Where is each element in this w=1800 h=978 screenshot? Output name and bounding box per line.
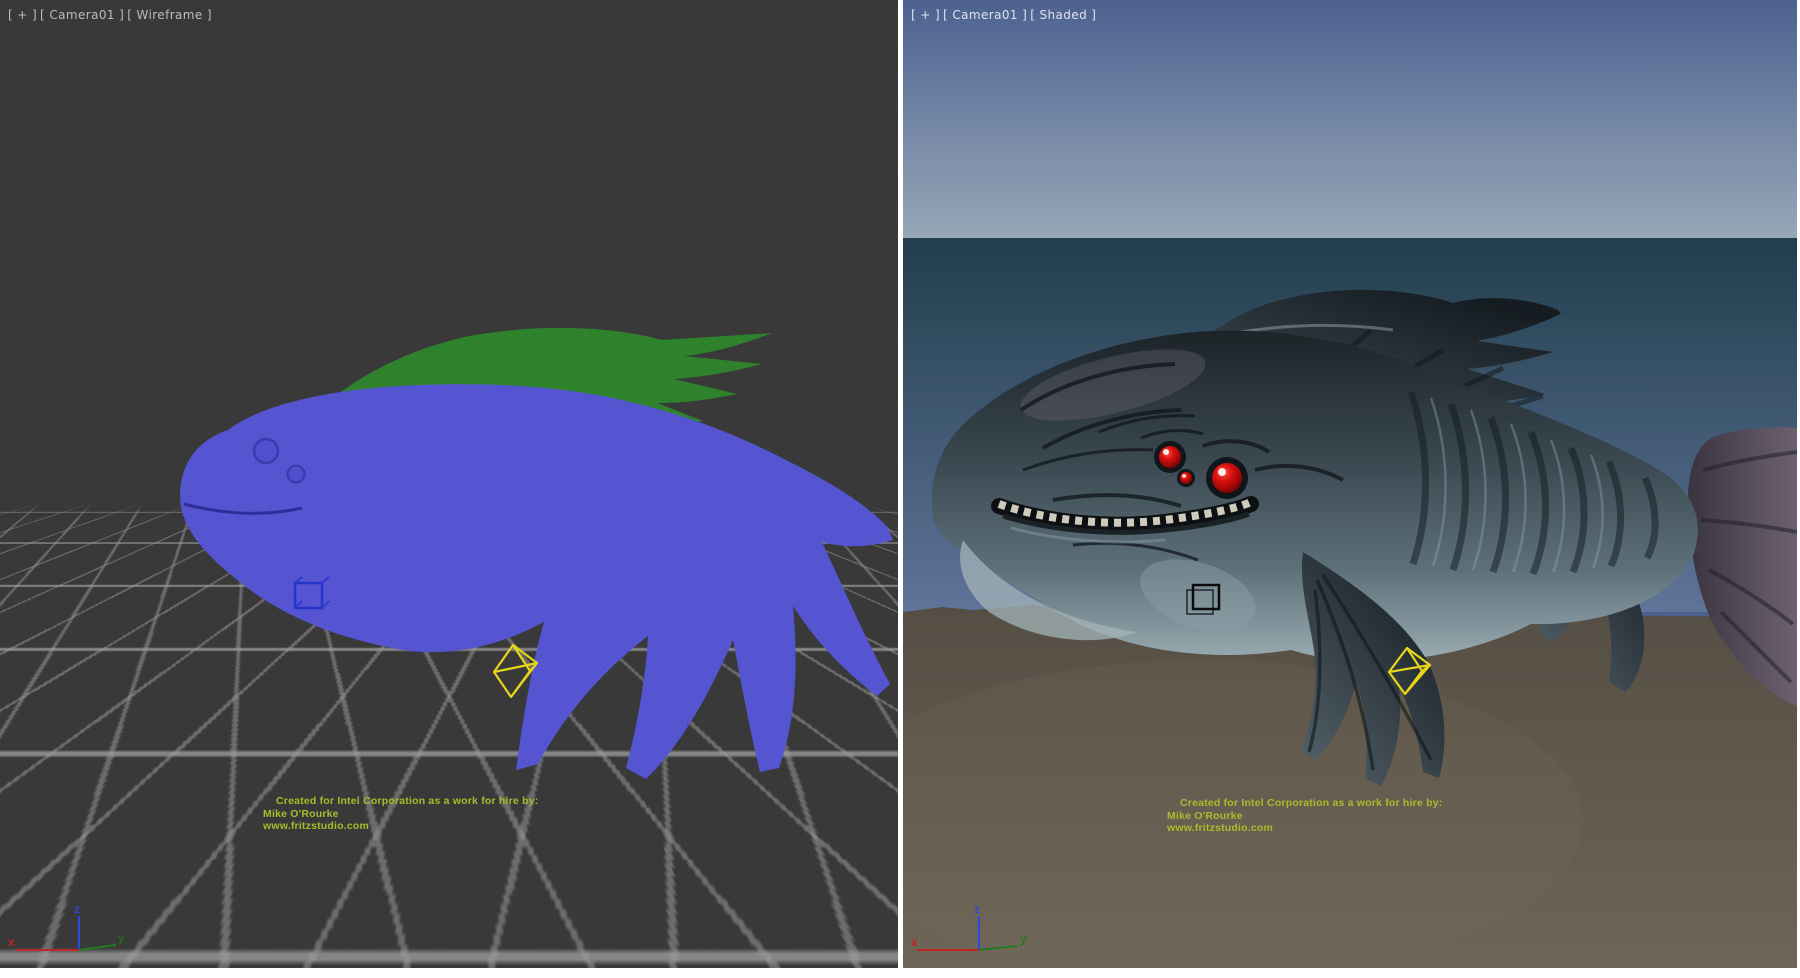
axis-x-label: x bbox=[8, 935, 15, 949]
viewport-shaded[interactable]: [ + ] [ Camera01 ] [ Shaded ] Created fo… bbox=[903, 0, 1797, 968]
axis-z-label: z bbox=[974, 902, 980, 916]
fish-eye-small-wireframe bbox=[288, 466, 305, 483]
fish-model-wireframe[interactable] bbox=[170, 320, 898, 800]
world-axis-tripod: x z y bbox=[4, 900, 136, 962]
axis-x-label: x bbox=[911, 935, 918, 949]
viewport-general-menu[interactable]: [ + ] bbox=[911, 8, 940, 22]
viewport-pov-menu[interactable]: [ Camera01 ] bbox=[943, 8, 1027, 22]
viewport-shading-menu[interactable]: [ Wireframe ] bbox=[127, 8, 212, 22]
viewport-label-right: [ + ] [ Camera01 ] [ Shaded ] bbox=[911, 8, 1096, 22]
viewport-label-left: [ + ] [ Camera01 ] [ Wireframe ] bbox=[8, 8, 212, 22]
viewport-wireframe[interactable]: [ + ] [ Camera01 ] [ Wireframe ] Created… bbox=[0, 0, 898, 968]
fish-eye-wireframe bbox=[254, 439, 278, 463]
viewport-general-menu[interactable]: [ + ] bbox=[8, 8, 37, 22]
axis-y-label: y bbox=[1020, 932, 1027, 946]
dual-viewport-canvas: [ + ] [ Camera01 ] [ Wireframe ] Created… bbox=[0, 0, 1800, 978]
viewport-pov-menu[interactable]: [ Camera01 ] bbox=[40, 8, 124, 22]
viewport-shading-menu[interactable]: [ Shaded ] bbox=[1030, 8, 1096, 22]
sky-backdrop bbox=[903, 0, 1797, 238]
axis-z-label: z bbox=[74, 902, 80, 916]
world-axis-tripod: x z y bbox=[907, 900, 1039, 962]
axis-y-label: y bbox=[118, 931, 125, 945]
